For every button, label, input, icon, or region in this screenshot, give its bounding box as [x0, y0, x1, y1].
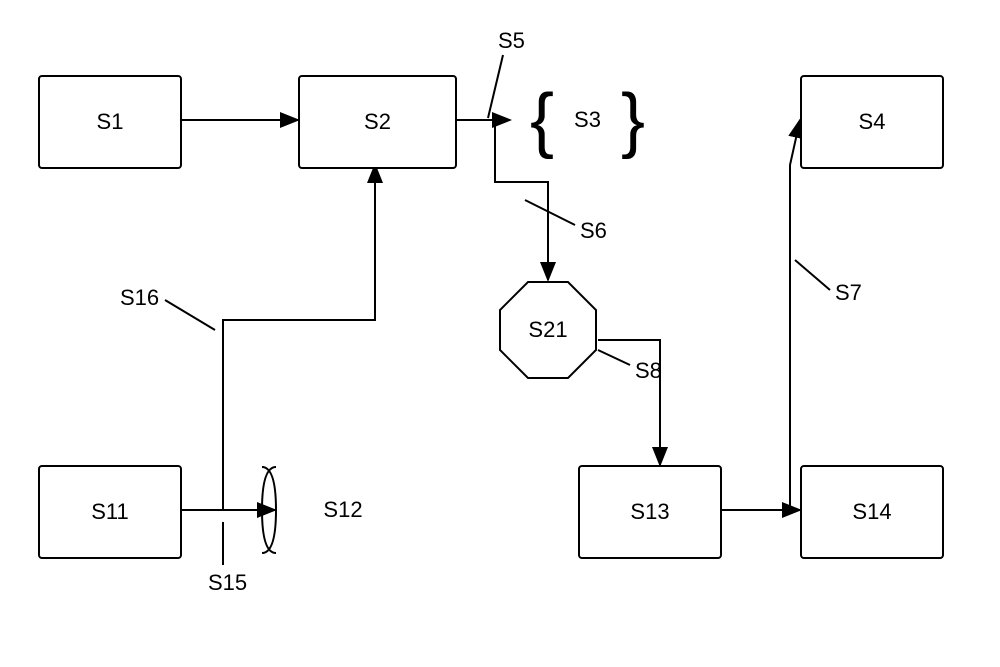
label-s6: S6 [580, 218, 607, 244]
label-s16-text: S16 [120, 285, 159, 310]
label-s8-text: S8 [635, 358, 662, 383]
node-s1-label: S1 [97, 109, 124, 135]
brace-left-icon: { [530, 84, 554, 156]
arrow-s16-tick [165, 300, 215, 330]
label-s6-text: S6 [580, 218, 607, 243]
arrow-s16-up [223, 165, 375, 510]
node-s13-label: S13 [630, 499, 669, 525]
node-s14: S14 [800, 465, 944, 559]
diagram-canvas: S1 S2 { S3 } S4 S21 S11 S12 S13 [0, 0, 1000, 667]
node-s1: S1 [38, 75, 182, 169]
node-s21: S21 [498, 280, 598, 380]
arrow-s7-up [770, 120, 800, 510]
bracket-left-icon [258, 465, 280, 555]
node-s11-label: S11 [91, 499, 129, 525]
node-s3-label: S3 [554, 107, 621, 133]
node-s12-label: S12 [303, 497, 382, 523]
label-s7-text: S7 [835, 280, 862, 305]
label-s5-text: S5 [498, 28, 525, 53]
label-s7: S7 [835, 280, 862, 306]
label-s15-text: S15 [208, 570, 247, 595]
node-s13: S13 [578, 465, 722, 559]
brace-right-icon: } [621, 84, 645, 156]
arrow-s6-tick [525, 200, 575, 225]
node-s12: S12 [258, 465, 428, 555]
arrow-s7-tick [795, 260, 830, 290]
label-s15: S15 [208, 570, 247, 596]
label-s5: S5 [498, 28, 525, 54]
node-s4-label: S4 [859, 109, 886, 135]
node-s21-label: S21 [528, 317, 567, 343]
label-s8: S8 [635, 358, 662, 384]
node-s2-label: S2 [364, 109, 391, 135]
arrow-s5-tick [488, 55, 503, 118]
node-s4: S4 [800, 75, 944, 169]
node-s14-label: S14 [852, 499, 891, 525]
node-s11: S11 [38, 465, 182, 559]
node-s2: S2 [298, 75, 457, 169]
node-s3: { S3 } [510, 75, 665, 165]
arrow-s8-tick [598, 350, 630, 365]
bracket-right-icon [258, 465, 280, 555]
label-s16: S16 [120, 285, 159, 311]
